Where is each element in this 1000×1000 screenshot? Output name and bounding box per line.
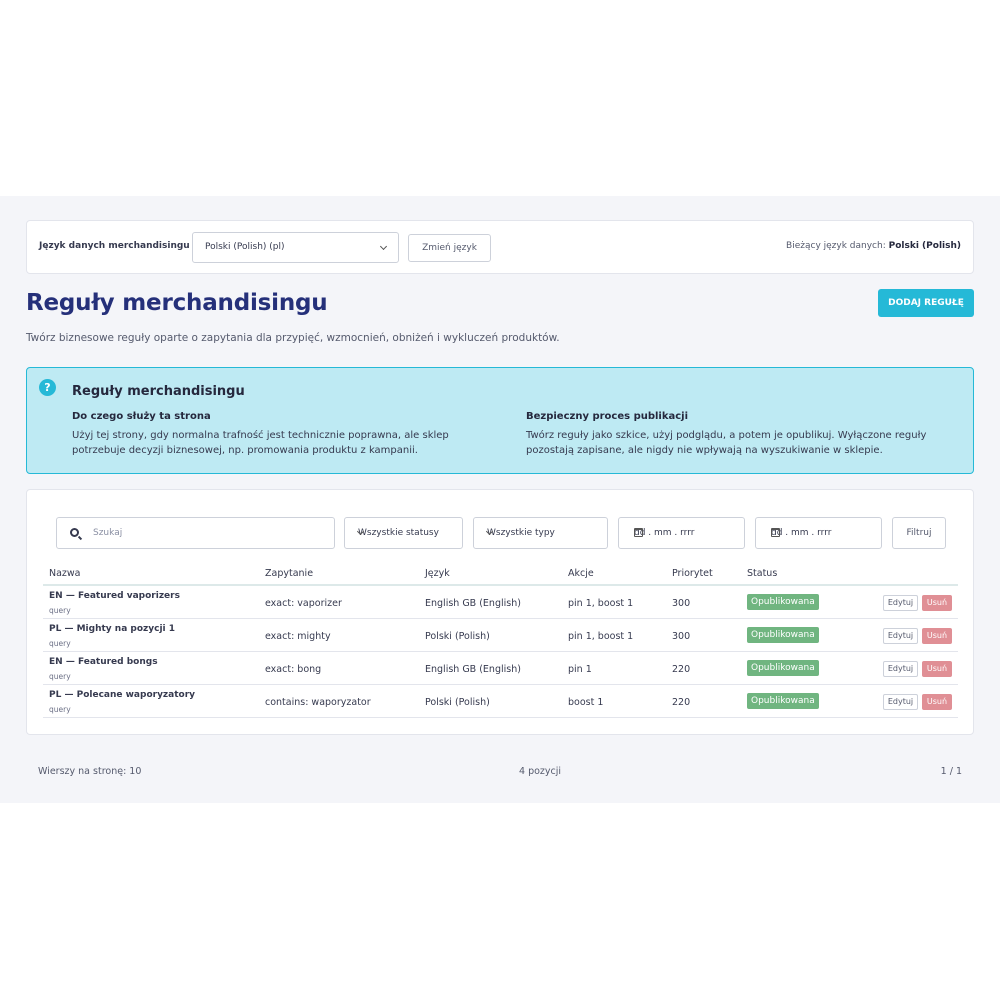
page-title: Reguły merchandisingu: [26, 290, 328, 316]
rule-priority: 220: [672, 664, 691, 675]
rule-language: Polski (Polish): [425, 697, 490, 708]
edit-button[interactable]: Edytuj: [883, 694, 918, 710]
delete-button[interactable]: Usuń: [922, 595, 952, 611]
rule-actions: pin 1, boost 1: [568, 631, 634, 642]
info-column-publishing: Bezpieczny proces publikacji Twórz reguł…: [526, 411, 946, 458]
search-placeholder: Szukaj: [93, 528, 123, 538]
rule-language: English GB (English): [425, 598, 521, 609]
pagination[interactable]: 1 / 1: [941, 766, 962, 777]
rule-query: exact: bong: [265, 664, 322, 675]
question-icon: ?: [39, 379, 56, 396]
table-header: Nazwa Zapytanie Język Akcje Priorytet St…: [43, 560, 958, 586]
search-icon: [70, 528, 79, 537]
rule-query: contains: waporyzator: [265, 697, 371, 708]
column-header-name: Nazwa: [49, 568, 81, 579]
column-header-query: Zapytanie: [265, 568, 314, 579]
language-select[interactable]: Polski (Polish) (pl): [192, 232, 399, 263]
rule-language: English GB (English): [425, 664, 521, 675]
rule-name: PL — Mighty na pozycji 1: [49, 624, 176, 634]
status-badge: Opublikowana: [747, 660, 819, 676]
column-header-status: Status: [747, 568, 778, 579]
info-column-purpose: Do czego służy ta strona Użyj tej strony…: [72, 411, 492, 458]
current-language-prefix: Bieżący język danych:: [786, 241, 886, 251]
rule-language: Polski (Polish): [425, 631, 490, 642]
rule-type: query: [49, 705, 71, 714]
info-heading-publishing: Bezpieczny proces publikacji: [526, 411, 689, 422]
rule-name: PL — Polecane waporyzatory: [49, 690, 196, 700]
info-text-publishing: Twórz reguły jako szkice, użyj podglądu,…: [526, 430, 927, 456]
language-label: Język danych merchandisingu: [39, 241, 190, 251]
delete-button[interactable]: Usuń: [922, 628, 952, 644]
rows-per-page[interactable]: Wierszy na stronę: 10: [38, 766, 141, 777]
status-badge: Opublikowana: [747, 693, 819, 709]
rule-name: EN — Featured vaporizers: [49, 591, 180, 601]
column-header-language: Język: [425, 568, 450, 579]
status-filter-value: Wszystkie statusy: [358, 528, 439, 538]
rule-type: query: [49, 606, 71, 615]
items-count: 4 pozycji: [519, 766, 562, 777]
rule-priority: 300: [672, 598, 691, 609]
date-to-input[interactable]: dd . mm . rrrr: [755, 517, 882, 549]
status-badge: Opublikowana: [747, 627, 819, 643]
delete-button[interactable]: Usuń: [922, 694, 952, 710]
info-title: Reguły merchandisingu: [72, 384, 245, 399]
date-from-input[interactable]: dd . mm . rrrr: [618, 517, 745, 549]
change-language-button[interactable]: Zmień język: [408, 234, 491, 262]
status-badge: Opublikowana: [747, 594, 819, 610]
current-language: Bieżący język danych: Polski (Polish): [786, 241, 961, 251]
table-row: PL — Polecane waporyzatory query contain…: [43, 685, 958, 718]
search-input[interactable]: Szukaj: [56, 517, 335, 549]
column-header-actions: Akcje: [568, 568, 594, 579]
rule-priority: 300: [672, 631, 691, 642]
rule-actions: pin 1: [568, 664, 592, 675]
edit-button[interactable]: Edytuj: [883, 661, 918, 677]
info-text-purpose: Użyj tej strony, gdy normalna trafność j…: [72, 430, 449, 456]
rule-actions: boost 1: [568, 697, 604, 708]
table-row: EN — Featured vaporizers query exact: va…: [43, 586, 958, 619]
date-to-placeholder: dd . mm . rrrr: [771, 528, 832, 538]
edit-button[interactable]: Edytuj: [883, 628, 918, 644]
date-from-placeholder: dd . mm . rrrr: [634, 528, 695, 538]
info-heading-purpose: Do czego służy ta strona: [72, 411, 211, 422]
edit-button[interactable]: Edytuj: [883, 595, 918, 611]
chevron-down-icon: [379, 242, 388, 251]
type-filter-select[interactable]: Wszystkie typy: [473, 517, 608, 549]
type-filter-value: Wszystkie typy: [487, 528, 555, 538]
column-header-priority: Priorytet: [672, 568, 713, 579]
filter-button[interactable]: Filtruj: [892, 517, 946, 549]
add-rule-button[interactable]: DODAJ REGUŁĘ: [878, 289, 974, 317]
app-container: Język danych merchandisingu Polski (Poli…: [0, 196, 1000, 803]
rule-priority: 220: [672, 697, 691, 708]
language-bar: Język danych merchandisingu Polski (Poli…: [26, 220, 974, 274]
rule-type: query: [49, 672, 71, 681]
rule-query: exact: vaporizer: [265, 598, 342, 609]
rule-actions: pin 1, boost 1: [568, 598, 634, 609]
page-description: Twórz biznesowe reguły oparte o zapytani…: [26, 332, 560, 344]
status-filter-select[interactable]: Wszystkie statusy: [344, 517, 463, 549]
rule-name: EN — Featured bongs: [49, 657, 158, 667]
table-row: EN — Featured bongs query exact: bong En…: [43, 652, 958, 685]
rule-type: query: [49, 639, 71, 648]
language-select-value: Polski (Polish) (pl): [205, 242, 285, 252]
table-row: PL — Mighty na pozycji 1 query exact: mi…: [43, 619, 958, 652]
rule-query: exact: mighty: [265, 631, 331, 642]
rules-table-card: Szukaj Wszystkie statusy Wszystkie typy …: [26, 489, 974, 735]
info-box: ? Reguły merchandisingu Do czego służy t…: [26, 367, 974, 474]
calendar-icon[interactable]: [771, 528, 780, 537]
delete-button[interactable]: Usuń: [922, 661, 952, 677]
calendar-icon[interactable]: [634, 528, 643, 537]
current-language-value: Polski (Polish): [888, 241, 961, 251]
